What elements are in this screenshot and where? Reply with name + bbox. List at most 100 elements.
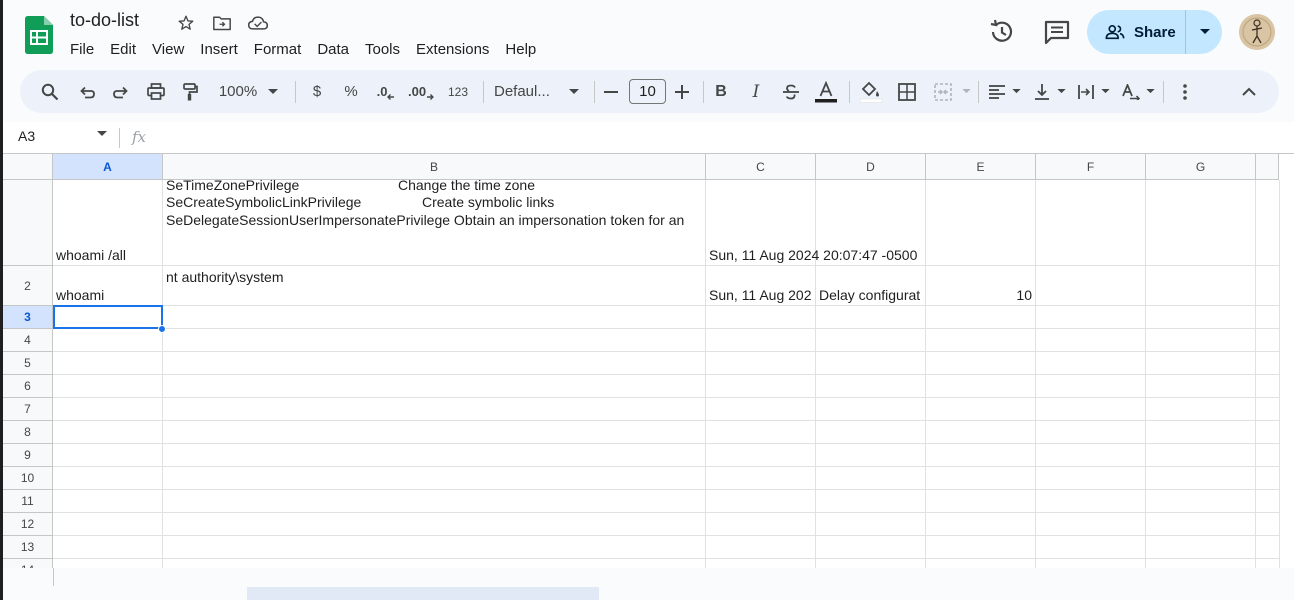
rotation-dropdown-icon[interactable] <box>1144 70 1156 113</box>
menu-format[interactable]: Format <box>246 38 310 61</box>
row-header-14[interactable]: 14 <box>3 559 53 568</box>
cell-e2[interactable]: 10 <box>929 287 1032 304</box>
column-header-d[interactable]: D <box>816 154 926 180</box>
percent-format-button[interactable]: % <box>340 70 362 113</box>
selected-cell-a3[interactable] <box>53 305 163 329</box>
comments-icon[interactable] <box>1043 19 1071 45</box>
column-header-a[interactable]: A <box>53 154 163 180</box>
star-icon[interactable] <box>174 12 198 34</box>
column-header-h[interactable] <box>1256 154 1279 180</box>
cell-b1-line-3: SeDelegateSessionUserImpersonatePrivileg… <box>166 212 685 228</box>
cell-c2[interactable]: Sun, 11 Aug 202 <box>709 287 815 304</box>
cell-a2[interactable]: whoami <box>56 287 160 304</box>
align-dropdown-icon[interactable] <box>1010 70 1022 113</box>
share-button-group: Share <box>1087 10 1222 54</box>
avatar[interactable] <box>1239 14 1275 50</box>
spreadsheet-grid: A B C D E F G 2 3 4 5 6 7 8 9 10 11 12 1… <box>3 153 1294 568</box>
decrease-decimal-button[interactable]: .0 <box>374 70 398 113</box>
grid-line <box>53 512 1279 513</box>
horizontal-align-icon[interactable] <box>986 70 1008 113</box>
column-header-g[interactable]: G <box>1146 154 1256 180</box>
fill-handle[interactable] <box>158 325 166 333</box>
menu-data[interactable]: Data <box>309 38 357 61</box>
bold-button[interactable]: B <box>711 70 731 113</box>
menu-tools[interactable]: Tools <box>357 38 408 61</box>
fx-icon: fx <box>132 128 147 146</box>
name-box-dropdown-icon[interactable] <box>97 131 107 137</box>
zoom-dropdown-icon[interactable] <box>266 70 280 113</box>
select-all-corner[interactable] <box>3 154 53 180</box>
paint-format-icon[interactable] <box>178 70 202 113</box>
text-wrapping-icon[interactable] <box>1075 70 1097 113</box>
sheets-logo-icon[interactable] <box>25 16 53 54</box>
vertical-align-icon[interactable] <box>1031 70 1053 113</box>
menu-help[interactable]: Help <box>497 38 544 61</box>
row-header-7[interactable]: 7 <box>3 398 53 421</box>
text-rotation-icon[interactable] <box>1120 70 1142 113</box>
version-history-icon[interactable] <box>988 19 1018 45</box>
wrap-dropdown-icon[interactable] <box>1099 70 1111 113</box>
column-header-f[interactable]: F <box>1036 154 1146 180</box>
row-header-11[interactable]: 11 <box>3 490 53 513</box>
zoom-select[interactable]: 100% <box>216 70 260 113</box>
row-header-10[interactable]: 10 <box>3 467 53 490</box>
more-options-icon[interactable] <box>1175 70 1195 113</box>
menu-extensions[interactable]: Extensions <box>408 38 497 61</box>
currency-format-button[interactable]: $ <box>307 70 327 113</box>
grid-line <box>53 374 1279 375</box>
vertical-scrollbar[interactable] <box>1279 180 1294 568</box>
people-icon <box>1105 25 1125 40</box>
print-icon[interactable] <box>144 70 168 113</box>
row-header-8[interactable]: 8 <box>3 421 53 444</box>
fill-color-icon[interactable] <box>859 70 883 113</box>
menu-edit[interactable]: Edit <box>102 38 144 61</box>
column-header-e[interactable]: E <box>926 154 1036 180</box>
row-header-2[interactable]: 2 <box>3 266 53 306</box>
cloud-saved-icon[interactable] <box>246 12 270 34</box>
menu-file[interactable]: File <box>62 38 102 61</box>
row-header-5[interactable]: 5 <box>3 352 53 375</box>
font-family-select[interactable]: Defaul... <box>494 70 556 113</box>
merge-cells-icon[interactable] <box>932 70 954 113</box>
cell-d2[interactable]: Delay configurat <box>819 287 925 304</box>
valign-dropdown-icon[interactable] <box>1055 70 1067 113</box>
name-box[interactable]: A3 <box>18 128 35 144</box>
column-header-c[interactable]: C <box>706 154 816 180</box>
move-folder-icon[interactable] <box>210 12 234 34</box>
arrow-right-icon <box>427 93 434 100</box>
row-header-1[interactable] <box>3 180 53 266</box>
row-header-12[interactable]: 12 <box>3 513 53 536</box>
merge-dropdown-icon[interactable] <box>960 70 972 113</box>
horizontal-scrollbar-thumb[interactable] <box>247 587 599 600</box>
collapse-menus-icon[interactable] <box>1238 70 1260 113</box>
increase-decimal-button[interactable]: .00 <box>408 70 434 113</box>
undo-icon[interactable] <box>75 70 99 113</box>
toolbar-divider <box>1163 81 1164 103</box>
borders-icon[interactable] <box>896 70 918 113</box>
menu-insert[interactable]: Insert <box>192 38 246 61</box>
row-header-4[interactable]: 4 <box>3 329 53 352</box>
row-header-3[interactable]: 3 <box>3 306 53 329</box>
cell-a1[interactable]: whoami /all <box>56 247 160 264</box>
strikethrough-icon[interactable] <box>780 70 802 113</box>
row-header-9[interactable]: 9 <box>3 444 53 467</box>
more-formats-button[interactable]: 123 <box>444 70 472 113</box>
share-button[interactable]: Share <box>1087 10 1186 54</box>
menu-view[interactable]: View <box>144 38 192 61</box>
row-header-13[interactable]: 13 <box>3 536 53 559</box>
increase-font-size-icon[interactable] <box>673 70 691 113</box>
document-title[interactable]: to-do-list <box>70 10 139 31</box>
text-color-icon[interactable] <box>814 70 838 113</box>
italic-button[interactable]: I <box>746 70 766 113</box>
formula-input[interactable] <box>158 128 1258 148</box>
decrease-font-size-icon[interactable] <box>602 70 620 113</box>
cell-c1[interactable]: Sun, 11 Aug 2024 20:07:47 -0500 <box>709 247 949 264</box>
redo-icon[interactable] <box>109 70 133 113</box>
font-size-input[interactable]: 10 <box>629 79 666 104</box>
cell-b2[interactable]: nt authority\system <box>166 269 705 286</box>
row-header-6[interactable]: 6 <box>3 375 53 398</box>
font-dropdown-icon[interactable] <box>567 70 581 113</box>
search-menus-icon[interactable] <box>38 70 62 113</box>
grid-line <box>53 489 1279 490</box>
share-dropdown-button[interactable] <box>1187 10 1222 54</box>
